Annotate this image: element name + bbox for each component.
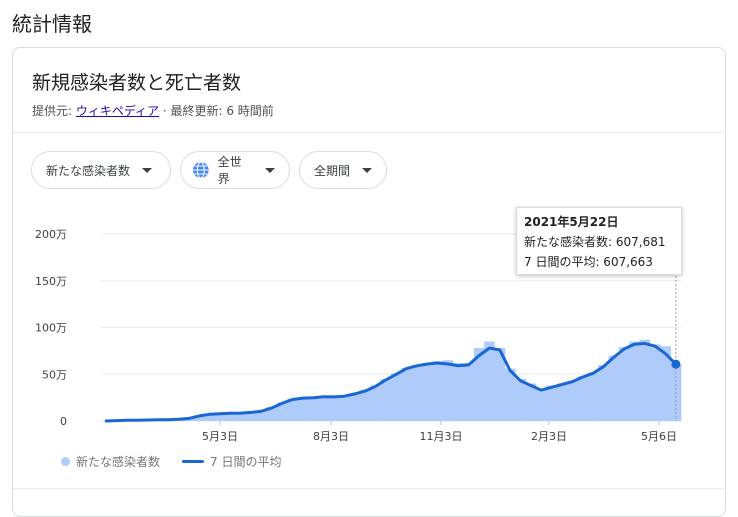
bottom-divider — [13, 488, 725, 489]
case-bar — [484, 342, 495, 421]
case-bar — [329, 397, 340, 421]
case-bar — [536, 389, 547, 421]
x-tick-label: 5月6日 — [641, 430, 677, 443]
hover-point — [671, 360, 680, 369]
case-bar — [391, 373, 402, 421]
case-bar — [443, 360, 454, 421]
case-bar — [453, 363, 464, 421]
section-title: 統計情報 — [12, 8, 92, 37]
case-bar — [370, 385, 381, 421]
case-bar — [557, 384, 568, 421]
case-bar — [464, 363, 475, 421]
case-bar — [598, 365, 609, 421]
legend-bars-label: 新たな感染者数 — [76, 453, 160, 470]
legend-bars-swatch — [61, 457, 70, 466]
chart-tooltip: 2021年5月22日 新たな感染者数: 607,681 7 日間の平均: 607… — [516, 207, 682, 275]
case-bar — [422, 363, 433, 421]
case-bar — [319, 396, 330, 421]
case-bar — [515, 379, 526, 421]
case-bar — [381, 379, 392, 421]
y-tick-label: 200万 — [35, 228, 67, 241]
tooltip-cases: 新たな感染者数: 607,681 — [524, 232, 674, 252]
stats-card: 新規感染者数と死亡者数 提供元: ウィキペディア · 最終更新: 6 時間前 新… — [12, 47, 726, 517]
case-bar — [609, 356, 620, 421]
case-bar — [308, 398, 319, 421]
y-tick-label: 0 — [60, 415, 67, 428]
case-bar — [577, 376, 588, 421]
case-bar — [588, 372, 599, 421]
case-bar — [339, 396, 350, 421]
x-tick-label: 11月3日 — [420, 430, 463, 443]
case-bar — [546, 385, 557, 421]
y-tick-label: 50万 — [42, 368, 67, 381]
x-tick-label: 2月3日 — [531, 430, 567, 443]
case-bar — [432, 361, 443, 421]
case-bar — [412, 365, 423, 421]
case-bar — [640, 340, 651, 421]
x-tick-label: 5月3日 — [202, 430, 238, 443]
y-tick-label: 150万 — [35, 275, 67, 288]
legend-line-swatch — [182, 460, 204, 463]
case-bar — [619, 347, 630, 421]
case-bar — [505, 369, 516, 421]
chart-legend: 新たな感染者数 7 日間の平均 — [61, 453, 281, 470]
case-bar — [401, 368, 412, 421]
x-tick-label: 8月3日 — [313, 430, 349, 443]
legend-line-label: 7 日間の平均 — [210, 453, 281, 470]
case-bar — [298, 398, 309, 421]
tooltip-average: 7 日間の平均: 607,663 — [524, 252, 674, 272]
case-bar — [360, 390, 371, 421]
case-bar — [526, 384, 537, 421]
case-bar — [650, 344, 661, 421]
y-tick-label: 100万 — [35, 322, 67, 335]
tooltip-date: 2021年5月22日 — [524, 212, 674, 232]
case-bar — [629, 342, 640, 421]
case-bar — [350, 393, 361, 421]
case-bar — [567, 381, 578, 421]
